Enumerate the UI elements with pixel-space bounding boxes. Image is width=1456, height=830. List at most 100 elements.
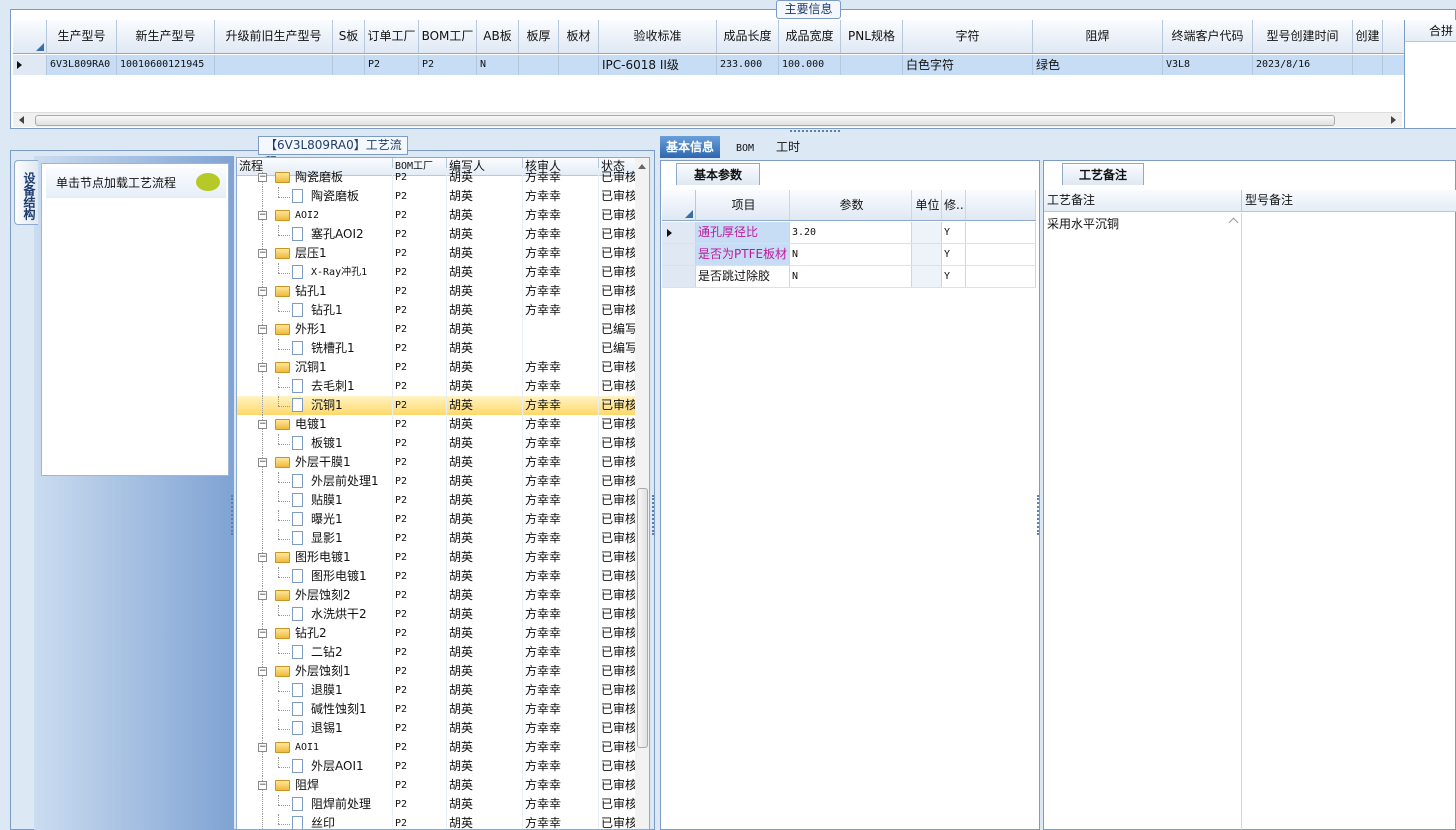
grid-cell[interactable]: 绿色 <box>1033 55 1163 75</box>
col-header[interactable]: BOM工厂 <box>419 20 477 53</box>
tab-basic-params[interactable]: 基本参数 <box>676 163 760 185</box>
grid-cell[interactable]: 2023/8/16 <box>1253 55 1353 75</box>
tree-row[interactable]: 板镀1 P2 胡英 方幸幸 已审核 <box>237 434 637 453</box>
param-col-header[interactable]: 参数 <box>790 190 912 220</box>
grid-cell[interactable]: 白色字符 <box>903 55 1033 75</box>
collapse-icon[interactable]: − <box>258 781 267 790</box>
tab-basic-info[interactable]: 基本信息 <box>660 136 721 158</box>
col-header[interactable]: PNL规格 <box>841 20 903 53</box>
param-cell-item[interactable]: 是否跳过除胶 <box>696 266 790 287</box>
param-row-indicator[interactable] <box>662 266 696 287</box>
tree-row[interactable]: 退锡1 P2 胡英 方幸幸 已审核 <box>237 719 637 738</box>
scroll-right-icon[interactable] <box>1391 116 1396 124</box>
grid-cell[interactable] <box>333 55 365 75</box>
model-note-cell[interactable] <box>1243 213 1456 830</box>
param-row[interactable]: 是否为PTFE板材 N Y <box>662 244 1036 266</box>
collapse-icon[interactable]: − <box>258 629 267 638</box>
grid-cell[interactable]: 100.000 <box>779 55 841 75</box>
param-cell-mod[interactable]: Y <box>942 222 966 243</box>
tree-row[interactable]: 去毛刺1 P2 胡英 方幸幸 已审核 <box>237 377 637 396</box>
tree-row[interactable]: 图形电镀1 P2 胡英 方幸幸 已审核 <box>237 567 637 586</box>
collapse-icon[interactable]: − <box>258 249 267 258</box>
splitter-grip-top[interactable] <box>790 130 840 132</box>
param-cell-value[interactable]: N <box>790 266 912 287</box>
param-row-indicator[interactable] <box>662 222 696 243</box>
tree-row[interactable]: 陶瓷磨板 P2 胡英 方幸幸 已审核 <box>237 187 637 206</box>
col-header[interactable]: 成品长度 <box>717 20 779 53</box>
param-cell-item[interactable]: 是否为PTFE板材 <box>696 244 790 265</box>
tree-row[interactable]: − 外形1 P2 胡英 已编写 <box>237 320 637 339</box>
tab-bom[interactable]: BOM <box>730 136 760 158</box>
tree-row[interactable]: − AOI1 P2 胡英 方幸幸 已审核 <box>237 738 637 757</box>
tree-row[interactable]: − 沉铜1 P2 胡英 方幸幸 已审核 <box>237 358 637 377</box>
tree-row[interactable]: − 电镀1 P2 胡英 方幸幸 已审核 <box>237 415 637 434</box>
tree-row[interactable]: − 陶瓷磨板 P2 胡英 方幸幸 已审核 <box>237 168 637 187</box>
collapse-icon[interactable]: − <box>258 743 267 752</box>
tree-row[interactable]: 水洗烘干2 P2 胡英 方幸幸 已审核 <box>237 605 637 624</box>
tree-row[interactable]: 丝印 P2 胡英 方幸幸 已审核 <box>237 814 637 829</box>
grid-cell[interactable]: 233.000 <box>717 55 779 75</box>
tab-process-notes[interactable]: 工艺备注 <box>1062 163 1144 185</box>
tree-row[interactable]: 退膜1 P2 胡英 方幸幸 已审核 <box>237 681 637 700</box>
param-cell-item[interactable]: 通孔厚径比 <box>696 222 790 243</box>
tree-row[interactable]: 显影1 P2 胡英 方幸幸 已审核 <box>237 529 637 548</box>
tree-row[interactable]: X-Ray冲孔1 P2 胡英 方幸幸 已审核 <box>237 263 637 282</box>
param-col-header[interactable]: 单位 <box>912 190 942 220</box>
tree-row[interactable]: − 层压1 P2 胡英 方幸幸 已审核 <box>237 244 637 263</box>
tree-row[interactable]: 钻孔1 P2 胡英 方幸幸 已审核 <box>237 301 637 320</box>
param-cell-value[interactable]: N <box>790 244 912 265</box>
tree-row[interactable]: 沉铜1 P2 胡英 方幸幸 已审核 <box>237 396 637 415</box>
tab-device-structure[interactable]: 设备结构 <box>14 160 38 225</box>
col-header[interactable]: 板厚 <box>519 20 559 53</box>
collapse-icon[interactable]: − <box>258 667 267 676</box>
col-header[interactable]: 成品宽度 <box>779 20 841 53</box>
col-header[interactable]: S板 <box>333 20 365 53</box>
tree-scroll-thumb[interactable] <box>637 488 648 748</box>
param-col-header[interactable]: 项目 <box>696 190 790 220</box>
tree-row[interactable]: 外层前处理1 P2 胡英 方幸幸 已审核 <box>237 472 637 491</box>
tree-row[interactable]: 碱性蚀刻1 P2 胡英 方幸幸 已审核 <box>237 700 637 719</box>
tree-row[interactable]: − 外层蚀刻1 P2 胡英 方幸幸 已审核 <box>237 662 637 681</box>
param-cell-value[interactable]: 3.20 <box>790 222 912 243</box>
tree-row[interactable]: − 钻孔1 P2 胡英 方幸幸 已审核 <box>237 282 637 301</box>
grid-cell[interactable]: N <box>477 55 519 75</box>
col-header[interactable]: 生产型号 <box>47 20 117 53</box>
collapse-icon[interactable]: − <box>258 363 267 372</box>
main-grid-hscrollbar[interactable] <box>13 112 1402 127</box>
grid-cell[interactable]: P2 <box>419 55 477 75</box>
scroll-up-icon[interactable] <box>638 164 646 169</box>
param-col-header[interactable]: 修... <box>942 190 966 220</box>
grid-cell[interactable] <box>559 55 599 75</box>
tree-row[interactable]: − 图形电镀1 P2 胡英 方幸幸 已审核 <box>237 548 637 567</box>
col-header[interactable]: 板材 <box>559 20 599 53</box>
collapse-icon[interactable]: − <box>258 173 267 182</box>
grid-cell[interactable]: 6V3L809RA0 <box>47 55 117 75</box>
col-header[interactable]: 字符 <box>903 20 1033 53</box>
tree-row[interactable]: − 外层干膜1 P2 胡英 方幸幸 已审核 <box>237 453 637 472</box>
grid-cell[interactable]: IPC-6018 II级 <box>599 55 717 75</box>
grid-cell[interactable]: V3L8 <box>1163 55 1253 75</box>
col-header[interactable]: AB板 <box>477 20 519 53</box>
row-indicator[interactable] <box>13 55 47 75</box>
main-grid-row[interactable]: 6V3L809RA0 10010600121945 P2 P2 N IPC-6018 II… <box>13 55 1405 75</box>
collapse-icon[interactable]: − <box>258 325 267 334</box>
param-cell-mod[interactable]: Y <box>942 266 966 287</box>
col-header[interactable]: 新生产型号 <box>117 20 215 53</box>
col-header[interactable]: 验收标准 <box>599 20 717 53</box>
process-tree-vscrollbar[interactable] <box>635 158 649 829</box>
splitter-grip-middle[interactable] <box>652 495 656 535</box>
tree-row[interactable]: − 钻孔2 P2 胡英 方幸幸 已审核 <box>237 624 637 643</box>
col-header[interactable]: 升级前旧生产型号 <box>215 20 333 53</box>
grid-cell[interactable]: P2 <box>365 55 419 75</box>
tab-work-hours[interactable]: 工时 <box>770 136 806 158</box>
tree-row[interactable]: 铣槽孔1 P2 胡英 已编写 <box>237 339 637 358</box>
collapse-icon[interactable]: − <box>258 553 267 562</box>
tree-row[interactable]: 二钻2 P2 胡英 方幸幸 已审核 <box>237 643 637 662</box>
grid-cell[interactable] <box>519 55 559 75</box>
collapse-icon[interactable]: − <box>258 458 267 467</box>
param-row[interactable]: 是否跳过除胶 N Y <box>662 266 1036 288</box>
tree-row[interactable]: 阻焊前处理 P2 胡英 方幸幸 已审核 <box>237 795 637 814</box>
tree-row[interactable]: − AOI2 P2 胡英 方幸幸 已审核 <box>237 206 637 225</box>
tree-row[interactable]: − 阻焊 P2 胡英 方幸幸 已审核 <box>237 776 637 795</box>
load-process-button[interactable]: 单击节点加载工艺流程 <box>46 168 226 198</box>
